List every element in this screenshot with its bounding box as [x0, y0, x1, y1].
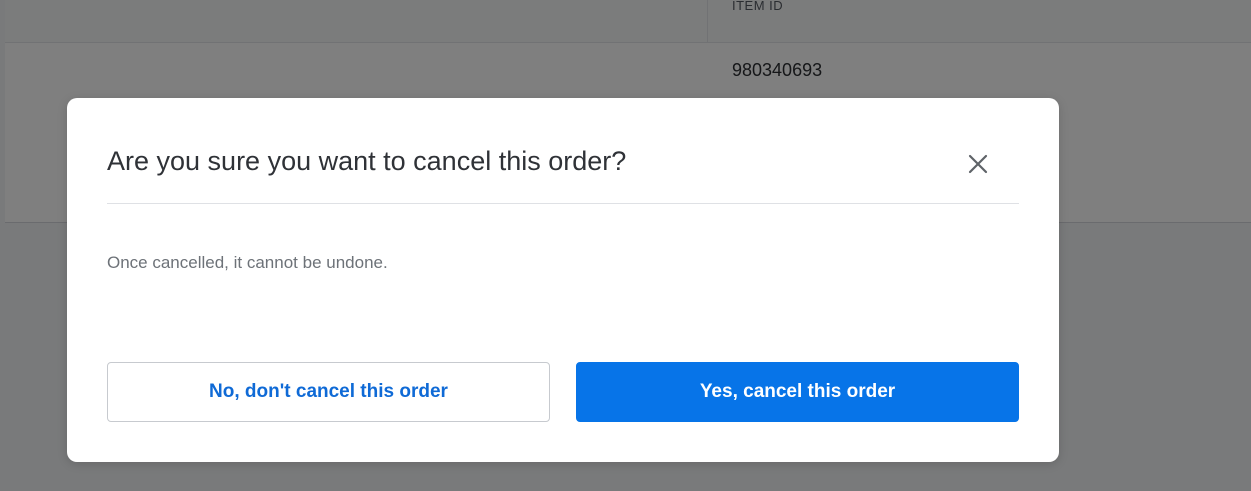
dialog-divider [107, 203, 1019, 204]
cancel-order-dialog: Are you sure you want to cancel this ord… [67, 98, 1059, 462]
close-icon-svg [968, 154, 988, 174]
dialog-title: Are you sure you want to cancel this ord… [107, 146, 627, 176]
confirm-cancel-button[interactable]: Yes, cancel this order [576, 362, 1019, 422]
dialog-message: Once cancelled, it cannot be undone. [107, 253, 388, 272]
close-icon[interactable] [964, 150, 992, 178]
dont-cancel-button[interactable]: No, don't cancel this order [107, 362, 550, 422]
